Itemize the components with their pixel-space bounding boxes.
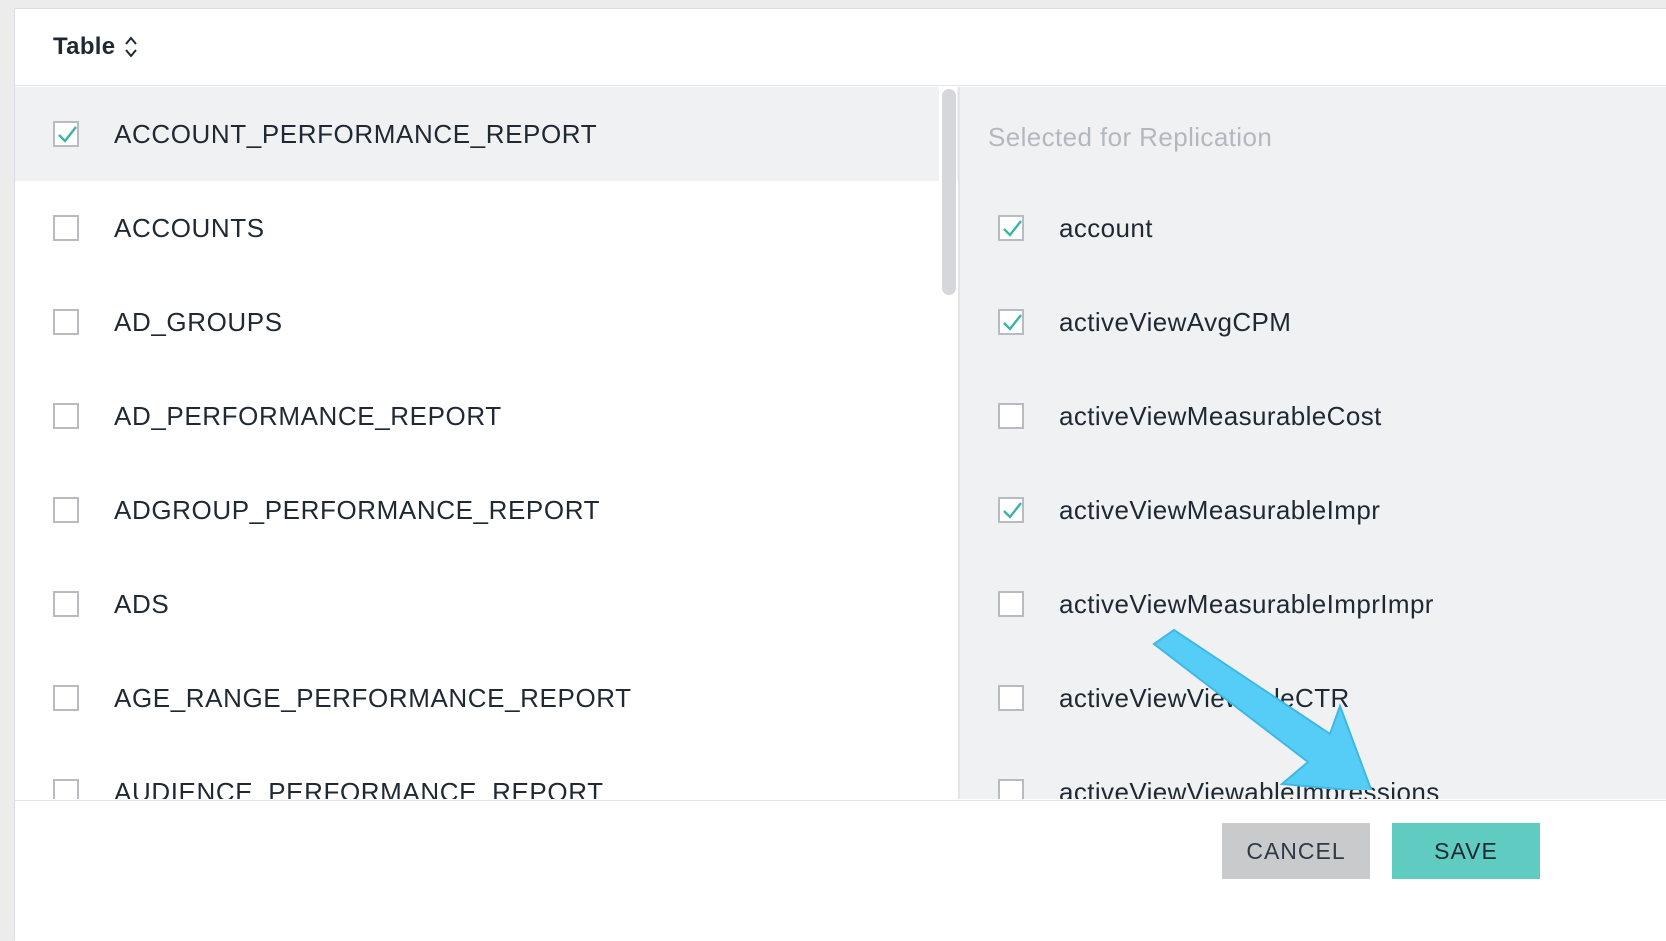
checkbox[interactable] bbox=[998, 779, 1024, 799]
field-row[interactable]: activeViewMeasurableImprImpr bbox=[960, 557, 1666, 651]
checkbox[interactable] bbox=[998, 309, 1024, 335]
modal-footer: CANCEL SAVE bbox=[15, 800, 1666, 941]
checkbox[interactable] bbox=[53, 121, 79, 147]
checkbox[interactable] bbox=[998, 215, 1024, 241]
table-row[interactable]: ADS bbox=[15, 557, 958, 651]
table-row[interactable]: AUDIENCE_PERFORMANCE_REPORT bbox=[15, 745, 958, 799]
table-selection-modal: Table ACCOUNT_PERFORMANCE_REPORT ACCOUNT… bbox=[14, 8, 1666, 941]
table-row[interactable]: AGE_RANGE_PERFORMANCE_REPORT bbox=[15, 651, 958, 745]
field-name: activeViewMeasurableCost bbox=[1059, 400, 1382, 431]
field-name: account bbox=[1059, 212, 1153, 243]
table-name: AGE_RANGE_PERFORMANCE_REPORT bbox=[114, 682, 632, 713]
fields-panel-heading: Selected for Replication bbox=[988, 122, 1273, 152]
checkbox[interactable] bbox=[998, 591, 1024, 617]
save-button[interactable]: SAVE bbox=[1392, 823, 1540, 879]
field-row[interactable]: activeViewViewableCTR bbox=[960, 651, 1666, 745]
table-row[interactable]: ACCOUNTS bbox=[15, 181, 958, 275]
field-name: activeViewMeasurableImpr bbox=[1059, 494, 1381, 525]
table-name: ACCOUNTS bbox=[114, 212, 265, 243]
checkbox[interactable] bbox=[53, 309, 79, 335]
table-name: ACCOUNT_PERFORMANCE_REPORT bbox=[114, 118, 598, 149]
table-name: AUDIENCE_PERFORMANCE_REPORT bbox=[114, 776, 604, 800]
scrollbar-thumb[interactable] bbox=[942, 89, 956, 295]
table-row[interactable]: ACCOUNT_PERFORMANCE_REPORT bbox=[15, 87, 958, 181]
field-name: activeViewViewableImpressions bbox=[1059, 776, 1440, 800]
field-row[interactable]: activeViewAvgCPM bbox=[960, 275, 1666, 369]
table-name: AD_GROUPS bbox=[114, 306, 283, 337]
table-column-header[interactable]: Table bbox=[15, 9, 1666, 86]
checkbox[interactable] bbox=[998, 403, 1024, 429]
table-name: ADGROUP_PERFORMANCE_REPORT bbox=[114, 494, 601, 525]
checkbox[interactable] bbox=[998, 685, 1024, 711]
table-name: ADS bbox=[114, 588, 170, 619]
field-row[interactable]: activeViewMeasurableCost bbox=[960, 369, 1666, 463]
checkbox[interactable] bbox=[53, 591, 79, 617]
chevron-up-down-icon[interactable] bbox=[123, 34, 139, 60]
table-row[interactable]: ADGROUP_PERFORMANCE_REPORT bbox=[15, 463, 958, 557]
checkbox[interactable] bbox=[998, 497, 1024, 523]
table-row[interactable]: AD_PERFORMANCE_REPORT bbox=[15, 369, 958, 463]
field-name: activeViewAvgCPM bbox=[1059, 306, 1292, 337]
table-list: ACCOUNT_PERFORMANCE_REPORT ACCOUNTS AD_G… bbox=[15, 87, 958, 799]
checkbox[interactable] bbox=[53, 779, 79, 799]
checkbox[interactable] bbox=[53, 215, 79, 241]
field-row[interactable]: account bbox=[960, 181, 1666, 275]
table-row[interactable]: AD_GROUPS bbox=[15, 275, 958, 369]
field-name: activeViewMeasurableImprImpr bbox=[1059, 588, 1434, 619]
field-name: activeViewViewableCTR bbox=[1059, 682, 1350, 713]
cancel-button[interactable]: CANCEL bbox=[1222, 823, 1370, 879]
field-row[interactable]: activeViewViewableImpressions bbox=[960, 745, 1666, 799]
table-header-title: Table bbox=[53, 33, 116, 60]
checkbox[interactable] bbox=[53, 497, 79, 523]
checkbox[interactable] bbox=[53, 403, 79, 429]
checkbox[interactable] bbox=[53, 685, 79, 711]
fields-panel: Selected for Replication account activeV… bbox=[958, 87, 1666, 799]
field-row[interactable]: activeViewMeasurableImpr bbox=[960, 463, 1666, 557]
table-name: AD_PERFORMANCE_REPORT bbox=[114, 400, 502, 431]
